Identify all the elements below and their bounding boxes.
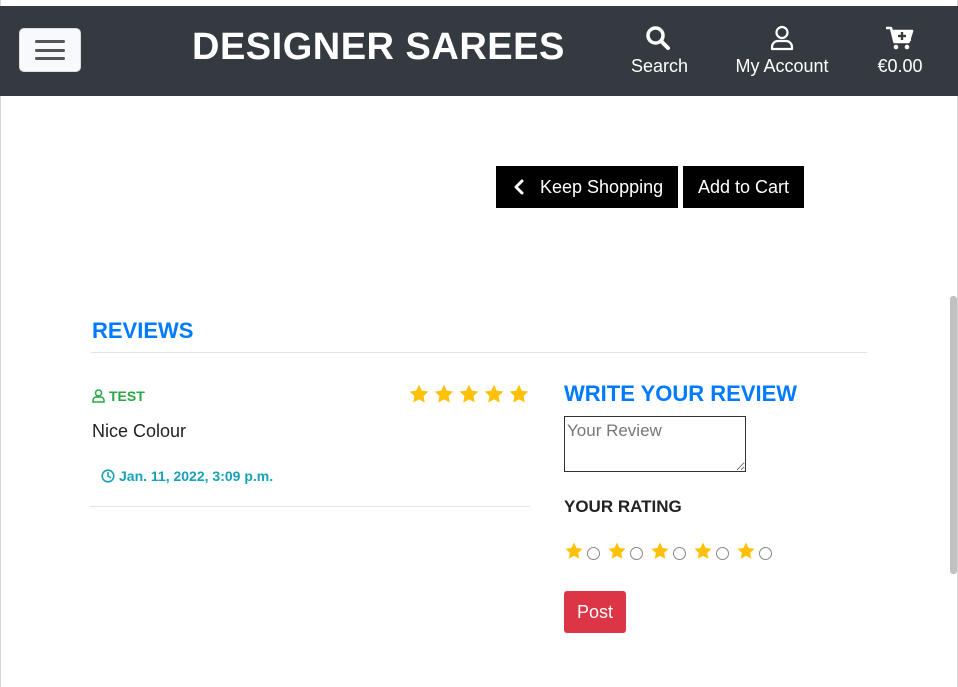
menu-toggle-button[interactable] bbox=[19, 28, 81, 72]
cart-total: €0.00 bbox=[877, 56, 923, 76]
site-brand[interactable]: DESIGNER SAREES bbox=[192, 26, 565, 69]
star-icon bbox=[433, 383, 455, 410]
rating-radio[interactable] bbox=[630, 547, 643, 560]
rating-radio[interactable] bbox=[716, 547, 729, 560]
keep-shopping-button[interactable]: Keep Shopping bbox=[496, 166, 678, 208]
review-date: Jan. 11, 2022, 3:09 p.m. bbox=[101, 468, 273, 484]
nav-search-label: Search bbox=[631, 56, 689, 76]
review-author: TEST bbox=[92, 388, 145, 404]
review-divider bbox=[90, 506, 530, 507]
rating-star-icon[interactable] bbox=[693, 541, 713, 566]
star-icon bbox=[483, 383, 505, 410]
scrollbar[interactable] bbox=[950, 296, 957, 574]
star-icon bbox=[408, 383, 430, 410]
post-review-button[interactable]: Post bbox=[564, 591, 626, 633]
rating-star-icon[interactable] bbox=[607, 541, 627, 566]
review-date-text: Jan. 11, 2022, 3:09 p.m. bbox=[119, 468, 274, 484]
rating-radio[interactable] bbox=[673, 547, 686, 560]
rating-label: YOUR RATING bbox=[564, 497, 682, 516]
star-icon bbox=[508, 383, 530, 410]
rating-radio[interactable] bbox=[759, 547, 772, 560]
review-body: Nice Colour bbox=[92, 421, 187, 441]
rating-star-icon[interactable] bbox=[650, 541, 670, 566]
star-icon bbox=[458, 383, 480, 410]
cart-plus-icon bbox=[877, 24, 923, 52]
keep-shopping-label: Keep Shopping bbox=[540, 176, 664, 197]
user-outline-icon bbox=[92, 389, 105, 403]
nav-cart[interactable]: €0.00 bbox=[877, 24, 923, 77]
review-textarea[interactable] bbox=[564, 416, 746, 472]
add-to-cart-label: Add to Cart bbox=[697, 176, 790, 197]
write-review-heading: WRITE YOUR REVIEW bbox=[564, 381, 798, 406]
chevron-left-icon bbox=[514, 179, 524, 195]
rating-selector bbox=[564, 541, 772, 566]
divider bbox=[91, 352, 867, 353]
review-author-name: TEST bbox=[109, 388, 145, 404]
user-icon bbox=[734, 24, 830, 52]
rating-star-icon[interactable] bbox=[564, 541, 584, 566]
rating-radio[interactable] bbox=[587, 547, 600, 560]
nav-my-account-label: My Account bbox=[735, 56, 829, 76]
review-rating bbox=[408, 383, 530, 410]
rating-star-icon[interactable] bbox=[736, 541, 756, 566]
add-to-cart-button[interactable]: Add to Cart bbox=[683, 166, 804, 208]
clock-icon bbox=[101, 469, 115, 483]
search-icon bbox=[631, 24, 685, 52]
hamburger-icon bbox=[35, 40, 65, 60]
nav-search[interactable]: Search bbox=[631, 24, 689, 77]
reviews-heading: REVIEWS bbox=[92, 318, 194, 343]
nav-my-account[interactable]: My Account bbox=[734, 24, 830, 77]
top-navbar: DESIGNER SAREES Search My Account €0.00 bbox=[0, 6, 958, 96]
